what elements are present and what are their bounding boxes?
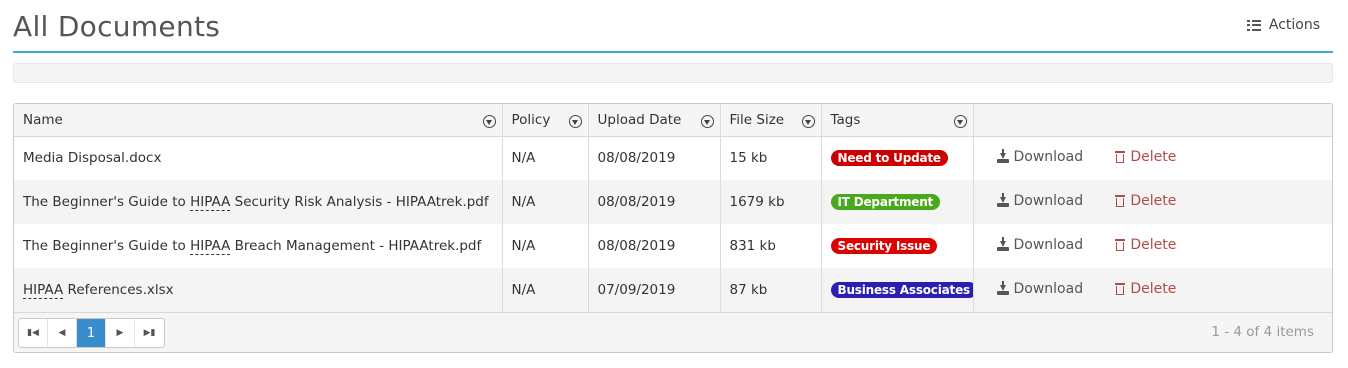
group-by-bar[interactable] [13,63,1333,83]
file-size-cell: 15 kb [719,136,821,180]
column-header-file-size[interactable]: File Size [719,104,821,137]
tag-badge: IT Department [830,194,941,210]
first-page-button[interactable]: ▮◀ [19,319,48,347]
filter-icon[interactable] [568,115,582,128]
row-actions-cell: Download Delete [972,180,1332,224]
download-button[interactable]: Download [996,237,1083,253]
row-actions-cell: Download Delete [972,136,1332,180]
tag-badge: Security Issue [830,238,938,254]
next-page-button[interactable]: ▶ [106,319,135,347]
document-name-cell[interactable]: The Beginner's Guide to HIPAA Breach Man… [14,224,502,268]
filter-icon[interactable] [700,115,714,128]
tags-cell: Need to Update [820,136,973,180]
last-page-button[interactable]: ▶▮ [135,319,164,347]
delete-button[interactable]: Delete [1115,237,1176,253]
policy-cell: N/A [501,180,588,224]
tag-badge: Need to Update [830,150,948,167]
document-name-cell[interactable]: Media Disposal.docx [14,136,502,180]
delete-button[interactable]: Delete [1115,193,1176,209]
file-size-cell: 1679 kb [719,180,821,224]
table-row[interactable]: HIPAA References.xlsx N/A 07/09/2019 87 … [14,268,1332,312]
page-number-button[interactable]: 1 [77,319,106,347]
table-row[interactable]: Media Disposal.docx N/A 08/08/2019 15 kb… [14,136,1332,180]
tags-cell: Business Associates [820,268,973,312]
download-button[interactable]: Download [996,149,1083,165]
filter-icon[interactable] [953,115,967,128]
hipaa-abbreviation: HIPAA [190,238,231,255]
table-row[interactable]: The Beginner's Guide to HIPAA Security R… [14,180,1332,224]
upload-date-cell: 08/08/2019 [587,180,720,224]
row-actions-cell: Download Delete [972,224,1332,268]
actions-button[interactable]: Actions [1246,17,1320,33]
column-header-actions [972,104,1332,137]
column-header-upload-date[interactable]: Upload Date [587,104,720,137]
trash-icon [1115,195,1126,207]
delete-button[interactable]: Delete [1115,149,1176,165]
page-header: All Documents Actions [13,0,1333,53]
document-name-cell[interactable]: HIPAA References.xlsx [14,268,502,312]
filter-icon[interactable] [482,115,496,128]
upload-date-cell: 07/09/2019 [587,268,720,312]
tags-cell: Security Issue [820,224,973,268]
row-actions-cell: Download Delete [972,268,1332,312]
download-icon [996,149,1009,164]
previous-page-button[interactable]: ◀ [48,319,77,347]
filter-icon[interactable] [801,115,815,128]
column-header-policy[interactable]: Policy [501,104,588,137]
table-row[interactable]: The Beginner's Guide to HIPAA Breach Man… [14,224,1332,268]
file-size-cell: 87 kb [719,268,821,312]
upload-date-cell: 08/08/2019 [587,224,720,268]
trash-icon [1115,151,1126,164]
download-button[interactable]: Download [996,281,1083,297]
tag-badge: Business Associates [830,282,973,298]
documents-grid: Name Policy Upload Date File Size Tags M… [13,103,1333,353]
hipaa-abbreviation: HIPAA [23,282,64,299]
list-icon [1246,19,1261,31]
download-icon [996,237,1009,251]
policy-cell: N/A [501,224,588,268]
trash-icon [1115,283,1126,295]
actions-label: Actions [1268,17,1320,33]
documents-table: Name Policy Upload Date File Size Tags M… [14,104,1332,312]
table-header-row: Name Policy Upload Date File Size Tags [14,104,1332,137]
hipaa-abbreviation: HIPAA [190,194,231,211]
document-name-cell[interactable]: The Beginner's Guide to HIPAA Security R… [14,180,502,224]
trash-icon [1115,239,1126,251]
column-header-name[interactable]: Name [14,104,502,137]
file-size-cell: 831 kb [719,224,821,268]
upload-date-cell: 08/08/2019 [587,136,720,180]
pager-info: 1 - 4 of 4 items [1211,324,1314,340]
pager: ▮◀ ◀ 1 ▶ ▶▮ [18,318,165,348]
tags-cell: IT Department [820,180,973,224]
column-header-tags[interactable]: Tags [820,104,973,137]
download-button[interactable]: Download [996,193,1083,209]
delete-button[interactable]: Delete [1115,281,1176,297]
policy-cell: N/A [501,136,588,180]
pager-bar: ▮◀ ◀ 1 ▶ ▶▮ 1 - 4 of 4 items [14,312,1332,352]
policy-cell: N/A [501,268,588,312]
page-title: All Documents [13,10,221,43]
download-icon [996,281,1009,295]
download-icon [996,193,1009,207]
